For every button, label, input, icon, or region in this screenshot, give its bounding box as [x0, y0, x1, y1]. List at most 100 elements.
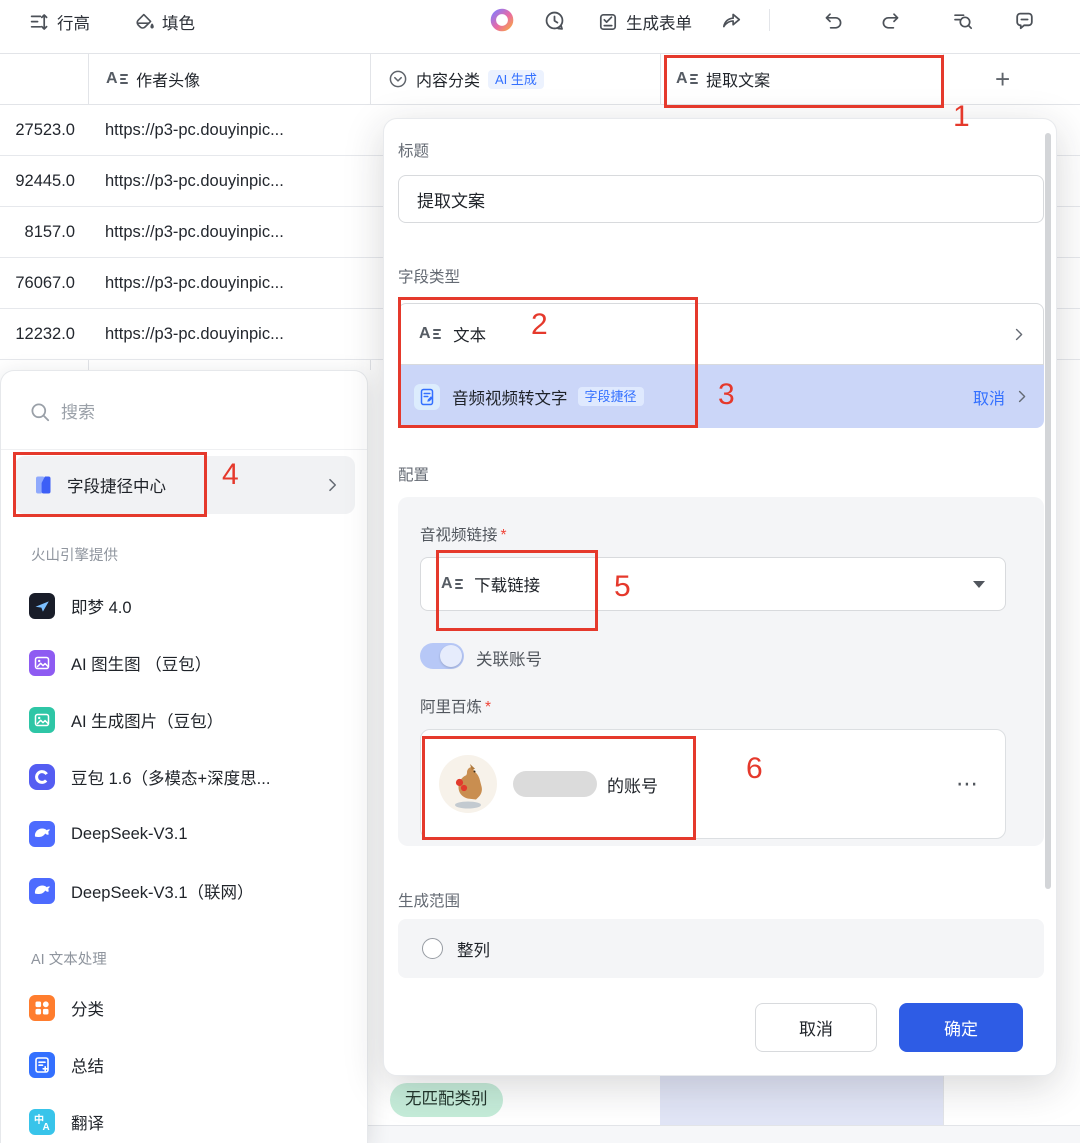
column-header-content-category[interactable]: 内容分类 AI 生成 — [388, 54, 654, 104]
av-link-select[interactable]: A 下载链接 — [420, 557, 1006, 611]
chevron-right-icon — [1013, 388, 1030, 405]
chevron-circle-icon — [388, 69, 408, 89]
generate-form-label: 生成表单 — [626, 15, 692, 33]
field-title-input[interactable] — [398, 175, 1044, 223]
row-number-cell[interactable]: 8157.0 — [0, 207, 88, 257]
row-number-cell[interactable]: 12232.0 — [0, 309, 88, 359]
kangaroo-avatar — [439, 755, 497, 813]
link-account-label: 关联账号 — [476, 651, 542, 669]
tool-item-summarize[interactable]: 总结 — [1, 1045, 369, 1085]
model-item-img2img[interactable]: AI 图生图 （豆包） — [1, 643, 369, 683]
text-field-icon: A — [441, 575, 464, 593]
confirm-button[interactable]: 确定 — [899, 1003, 1023, 1052]
translate-icon: 中A — [29, 1109, 55, 1135]
field-type-text-label: 文本 — [453, 327, 487, 345]
field-type-text-row[interactable]: A 文本 — [398, 303, 1044, 365]
model-item-doubao[interactable]: 豆包 1.6（多模态+深度思... — [1, 757, 369, 797]
history-icon[interactable] — [541, 7, 567, 33]
row-number-cell[interactable]: 27523.0 — [0, 105, 88, 155]
dialog-scrollbar[interactable] — [1045, 133, 1051, 889]
toggle-knob — [440, 645, 462, 667]
fill-color-label: 填色 — [162, 15, 195, 33]
deepseek-icon — [29, 878, 55, 904]
config-card: 音视频链接 * A 下载链接 关联账号 阿里百炼 * 的账号 ⋯ — [398, 497, 1044, 846]
required-mark: * — [485, 699, 492, 716]
account-suffix-label: 的账号 — [607, 776, 658, 796]
bailian-label: 阿里百炼 * — [420, 699, 492, 716]
shortcut-item-label: 音频视频转文字 — [452, 389, 568, 408]
shortcut-center-icon — [31, 473, 55, 497]
row-number-cell[interactable]: 76067.0 — [0, 258, 88, 308]
text-field-icon: A — [106, 70, 129, 88]
form-icon — [597, 11, 619, 33]
classify-icon — [29, 995, 55, 1021]
doubao-icon — [29, 764, 55, 790]
generate-image-icon — [29, 707, 55, 733]
ai-generated-badge: AI 生成 — [488, 69, 544, 89]
fill-color-button[interactable]: 填色 — [133, 8, 195, 36]
field-shortcut-selected-row[interactable]: 音频视频转文字 字段捷径 取消 — [398, 365, 1044, 428]
add-column-button[interactable]: + — [995, 54, 1055, 104]
range-radio[interactable] — [422, 938, 443, 959]
undo-icon[interactable] — [820, 7, 846, 33]
redacted-account-name — [513, 771, 597, 797]
svg-text:A: A — [43, 1122, 50, 1133]
generate-form-button[interactable]: 生成表单 — [597, 8, 692, 36]
toolbar: 行高 填色 生成表单 — [0, 0, 1080, 53]
link-account-toggle[interactable] — [420, 643, 464, 669]
model-item-jimeng[interactable]: 即梦 4.0 — [1, 586, 369, 626]
model-item-gen-image[interactable]: AI 生成图片（豆包） — [1, 700, 369, 740]
url-cell[interactable]: https://p3-pc.douyinpic... — [88, 105, 370, 155]
url-cell[interactable]: https://p3-pc.douyinpic... — [88, 156, 370, 206]
tool-item-translate[interactable]: 中A 翻译 — [1, 1102, 369, 1142]
search-records-icon[interactable] — [949, 7, 975, 33]
model-item-deepseek-web[interactable]: DeepSeek-V3.1（联网） — [1, 871, 369, 911]
url-cell[interactable]: https://p3-pc.douyinpic... — [88, 258, 370, 308]
account-selector[interactable]: 的账号 ⋯ — [420, 729, 1006, 839]
tool-item-classify[interactable]: 分类 — [1, 988, 369, 1028]
column-header-extract-copy[interactable]: A 提取文案 — [676, 54, 934, 104]
field-shortcut-panel: 字段捷径中心 火山引擎提供 即梦 4.0 AI 图生图 （豆包） AI 生成图片… — [0, 370, 368, 1143]
field-shortcut-badge: 字段捷径 — [577, 387, 644, 406]
range-option-row: 整列 — [398, 919, 1044, 978]
search-icon — [29, 401, 53, 425]
panel-divider — [1, 449, 367, 450]
av-link-label: 音视频链接 * — [420, 527, 507, 544]
ai-assistant-icon[interactable] — [489, 7, 515, 33]
fill-color-icon — [133, 11, 155, 33]
app-window: 行高 填色 生成表单 A 作者头像 内容分类 AI 生成 A 提取文案 + 27… — [0, 0, 1080, 1143]
redo-icon[interactable] — [877, 7, 903, 33]
title-label: 标题 — [398, 143, 430, 160]
image-to-image-icon — [29, 650, 55, 676]
comment-icon[interactable] — [1011, 7, 1037, 33]
row-height-icon — [28, 11, 50, 33]
deepseek-icon — [29, 821, 55, 847]
more-options-icon[interactable]: ⋯ — [956, 771, 979, 797]
section-title-ai-text: AI 文本处理 — [31, 952, 107, 968]
search-input[interactable] — [61, 393, 331, 433]
selected-cell[interactable] — [660, 1076, 943, 1125]
config-label: 配置 — [398, 467, 430, 484]
summarize-icon — [29, 1052, 55, 1078]
column-divider — [943, 1076, 944, 1125]
shortcut-center-item[interactable]: 字段捷径中心 — [15, 456, 355, 514]
row-height-label: 行高 — [57, 15, 90, 33]
shortcut-center-label: 字段捷径中心 — [67, 478, 166, 496]
jimeng-icon — [29, 593, 55, 619]
url-cell[interactable]: https://p3-pc.douyinpic... — [88, 309, 370, 359]
cancel-button[interactable]: 取消 — [755, 1003, 877, 1052]
field-type-label: 字段类型 — [398, 269, 461, 286]
range-label: 生成范围 — [398, 893, 461, 910]
url-cell[interactable]: https://p3-pc.douyinpic... — [88, 207, 370, 257]
column-header-author-avatar[interactable]: A 作者头像 — [106, 54, 366, 104]
row-height-button[interactable]: 行高 — [28, 8, 90, 36]
cancel-shortcut-link[interactable]: 取消 — [973, 385, 1005, 409]
model-item-deepseek[interactable]: DeepSeek-V3.1 — [1, 814, 369, 854]
no-match-category-badge[interactable]: 无匹配类别 — [390, 1083, 503, 1117]
share-icon[interactable] — [717, 7, 743, 33]
av-link-value: 下载链接 — [474, 577, 541, 595]
chevron-right-icon — [323, 476, 341, 494]
chevron-right-icon — [1010, 326, 1027, 343]
row-number-cell[interactable]: 92445.0 — [0, 156, 88, 206]
required-mark: * — [500, 527, 507, 544]
